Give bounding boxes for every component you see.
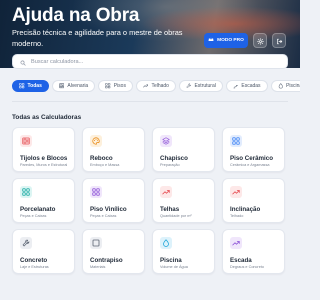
calculator-card-tijolos-e-blocos[interactable]: Tijolos e Blocos Paredes, Muros e Estrutu… <box>12 127 75 172</box>
pro-mode-button[interactable]: MODO PRO <box>204 33 248 48</box>
calculator-name: Contrapiso <box>90 257 123 264</box>
calculator-name: Telhas <box>160 206 180 213</box>
calculator-card-reboco[interactable]: Reboco Emboço e Massa <box>82 127 145 172</box>
calculator-name: Chapisco <box>160 155 188 162</box>
palette-icon <box>90 135 102 147</box>
app-subtitle: Precisão técnica e agilidade para o mest… <box>12 28 183 48</box>
calculator-card-piso-ceramico[interactable]: Piso Cerâmico Cerâmica e Argamassa <box>222 127 285 172</box>
filter-chip-label: Telhado <box>151 83 169 89</box>
stairs-icon <box>233 83 239 89</box>
grid-icon <box>19 83 25 89</box>
search-input[interactable] <box>31 58 271 65</box>
calculator-description: Preparação <box>160 163 180 167</box>
filter-chip-label: Todas <box>27 83 42 89</box>
calculator-description: Cerâmica e Argamassa <box>230 163 270 167</box>
calculator-description: Volume de Água <box>160 265 188 269</box>
calculator-card-escada[interactable]: Escada Degraus e Concreto <box>222 229 285 274</box>
grid-icon <box>20 186 32 198</box>
calculator-card-contrapiso[interactable]: Contrapiso Materiais <box>82 229 145 274</box>
calculator-description: Telhado <box>230 214 244 218</box>
filter-chip-escadas[interactable]: Escadas <box>225 80 268 92</box>
filter-chip-todas[interactable]: Todas <box>12 80 49 92</box>
calculator-description: Quantidade por m² <box>160 214 192 218</box>
calculator-name: Porcelanato <box>20 206 56 213</box>
calculator-grid: Tijolos e Blocos Paredes, Muros e Estrutu… <box>12 127 288 274</box>
calculator-description: Paredes, Muros e Estrutural <box>20 163 68 167</box>
calculator-description: Materiais <box>90 265 106 269</box>
filter-chip-label: Estrutural <box>194 83 216 89</box>
calculator-name: Piso Vinílico <box>90 206 127 213</box>
square-icon <box>90 237 102 249</box>
category-filter-bar: Todas Alvenaria Pisos Telhado Estrutural Esca… <box>12 80 300 92</box>
pro-mode-label: MODO PRO <box>217 38 244 43</box>
calculator-description: Peças e Caixas <box>90 214 117 218</box>
grid-icon <box>105 83 111 89</box>
filter-chip-label: Pisos <box>113 83 126 89</box>
logout-icon <box>276 32 283 50</box>
filter-chip-estrutural[interactable]: Estrutural <box>178 80 223 92</box>
filter-chip-alvenaria[interactable]: Alvenaria <box>51 80 96 92</box>
calculator-name: Escada <box>230 257 252 264</box>
calculator-name: Piso Cerâmico <box>230 155 273 162</box>
calculator-description: Emboço e Massa <box>90 163 120 167</box>
calculator-name: Concreto <box>20 257 48 264</box>
calculator-description: Peças e Caixas <box>20 214 47 218</box>
filter-chip-label: Piscina <box>286 83 300 89</box>
filter-chip-piscina[interactable]: Piscina <box>270 80 300 92</box>
calculator-card-piso-vinilico[interactable]: Piso Vinílico Peças e Caixas <box>82 178 145 223</box>
trend-icon <box>230 186 242 198</box>
crown-icon <box>208 37 214 44</box>
droplet-icon <box>160 237 172 249</box>
settings-button[interactable] <box>253 33 267 48</box>
calculator-description: Degraus e Concreto <box>230 265 264 269</box>
filter-chip-label: Escadas <box>241 83 261 89</box>
brick-icon <box>59 83 65 89</box>
grid-icon <box>230 135 242 147</box>
divider <box>12 101 288 102</box>
calculator-name: Inclinação <box>230 206 261 213</box>
filter-chip-label: Alvenaria <box>67 83 89 89</box>
gear-icon <box>256 32 264 50</box>
calculator-card-concreto[interactable]: Concreto Laje e Estruturas <box>12 229 75 274</box>
calculator-name: Piscina <box>160 257 182 264</box>
calculator-card-inclinacao[interactable]: Inclinação Telhado <box>222 178 285 223</box>
filter-chip-pisos[interactable]: Pisos <box>98 80 133 92</box>
trend-icon <box>143 83 149 89</box>
grid-icon <box>90 186 102 198</box>
search-icon <box>20 53 26 71</box>
app-title: Ajuda na Obra <box>12 5 140 26</box>
trend-icon <box>160 186 172 198</box>
trend-icon <box>230 237 242 249</box>
calculator-card-telhas[interactable]: Telhas Quantidade por m² <box>152 178 215 223</box>
calculator-card-porcelanato[interactable]: Porcelanato Peças e Caixas <box>12 178 75 223</box>
calculator-name: Reboco <box>90 155 113 162</box>
layers-icon <box>160 135 172 147</box>
logout-button[interactable] <box>272 33 286 48</box>
droplet-icon <box>278 83 284 89</box>
calculator-card-piscina[interactable]: Piscina Volume de Água <box>152 229 215 274</box>
section-title: Todas as Calculadoras <box>12 114 82 121</box>
calculator-description: Laje e Estruturas <box>20 265 49 269</box>
search-bar <box>12 54 288 69</box>
calculator-card-chapisco[interactable]: Chapisco Preparação <box>152 127 215 172</box>
filter-chip-telhado[interactable]: Telhado <box>135 80 176 92</box>
wrench-icon <box>20 237 32 249</box>
calculator-name: Tijolos e Blocos <box>20 155 68 162</box>
brick-icon <box>20 135 32 147</box>
wrench-icon <box>186 83 192 89</box>
